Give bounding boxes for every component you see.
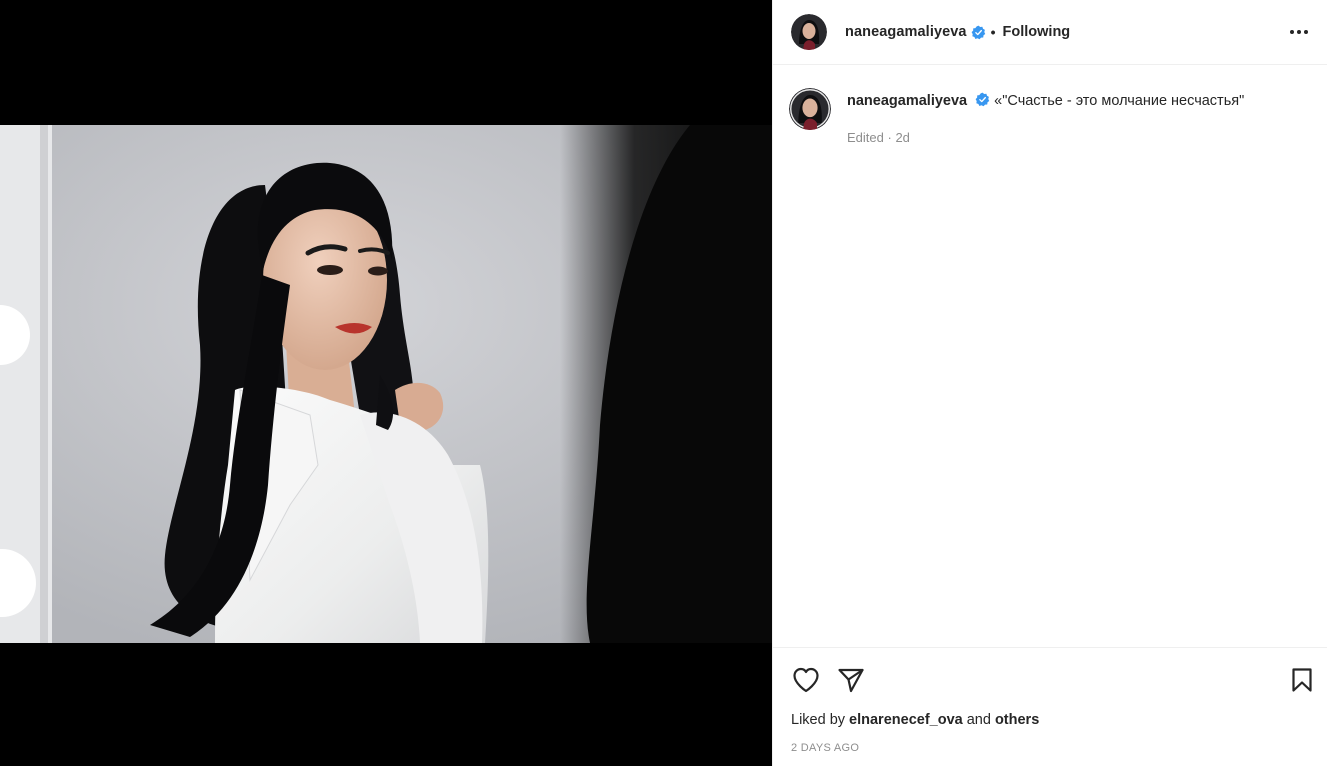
verified-badge-icon xyxy=(975,92,990,107)
likes-middle: and xyxy=(962,712,995,728)
author-avatar[interactable] xyxy=(791,14,827,50)
likes-others-link[interactable]: others xyxy=(995,712,1039,728)
likes-summary: Liked by elnarenecef_ova and others xyxy=(791,712,1317,728)
author-username[interactable]: naneagamaliyeva xyxy=(845,24,967,40)
edited-label: Edited xyxy=(847,130,884,145)
post-header: naneagamaliyeva • Following xyxy=(773,0,1327,65)
post-timestamp: 2 DAYS AGO xyxy=(791,742,860,754)
post-photo[interactable] xyxy=(0,125,772,643)
action-bar xyxy=(791,648,1317,706)
post-sidebar: naneagamaliyeva • Following naneagamaliy… xyxy=(772,0,1327,766)
share-button[interactable] xyxy=(836,665,866,695)
post-dialog: naneagamaliyeva • Following naneagamaliy… xyxy=(0,0,1327,766)
heart-icon xyxy=(793,667,819,693)
avatar-image xyxy=(791,14,827,50)
photo-illustration xyxy=(0,125,772,643)
paper-plane-icon xyxy=(838,668,864,693)
like-button[interactable] xyxy=(791,665,821,695)
avatar-image xyxy=(789,88,831,130)
following-button[interactable]: Following xyxy=(1003,24,1071,40)
more-horizontal-icon xyxy=(1290,30,1308,34)
meta-separator: · xyxy=(883,130,896,145)
media-pane xyxy=(0,0,772,766)
caption-text: «"Счастье - это молчание несчастья" xyxy=(994,93,1245,109)
caption-author-avatar[interactable] xyxy=(789,88,831,130)
more-options-button[interactable] xyxy=(1287,20,1311,44)
verified-badge-icon xyxy=(971,25,985,39)
save-button[interactable] xyxy=(1287,665,1317,695)
caption-comment: naneagamaliyeva «"Счастье - это молчание… xyxy=(789,88,1311,145)
liker-username[interactable]: elnarenecef_ova xyxy=(849,712,963,728)
likes-prefix: Liked by xyxy=(791,712,850,728)
caption-username[interactable]: naneagamaliyeva xyxy=(847,93,967,109)
caption-body: naneagamaliyeva «"Счастье - это молчание… xyxy=(847,88,1244,145)
caption-age[interactable]: 2d xyxy=(895,130,909,145)
header-separator: • xyxy=(990,24,996,40)
comments-section: naneagamaliyeva «"Счастье - это молчание… xyxy=(773,65,1327,647)
caption-line: naneagamaliyeva «"Счастье - это молчание… xyxy=(847,92,1244,110)
bookmark-icon xyxy=(1292,668,1312,692)
caption-meta: Edited · 2d xyxy=(847,130,1244,145)
post-footer: Liked by elnarenecef_ova and others 2 DA… xyxy=(773,647,1327,766)
